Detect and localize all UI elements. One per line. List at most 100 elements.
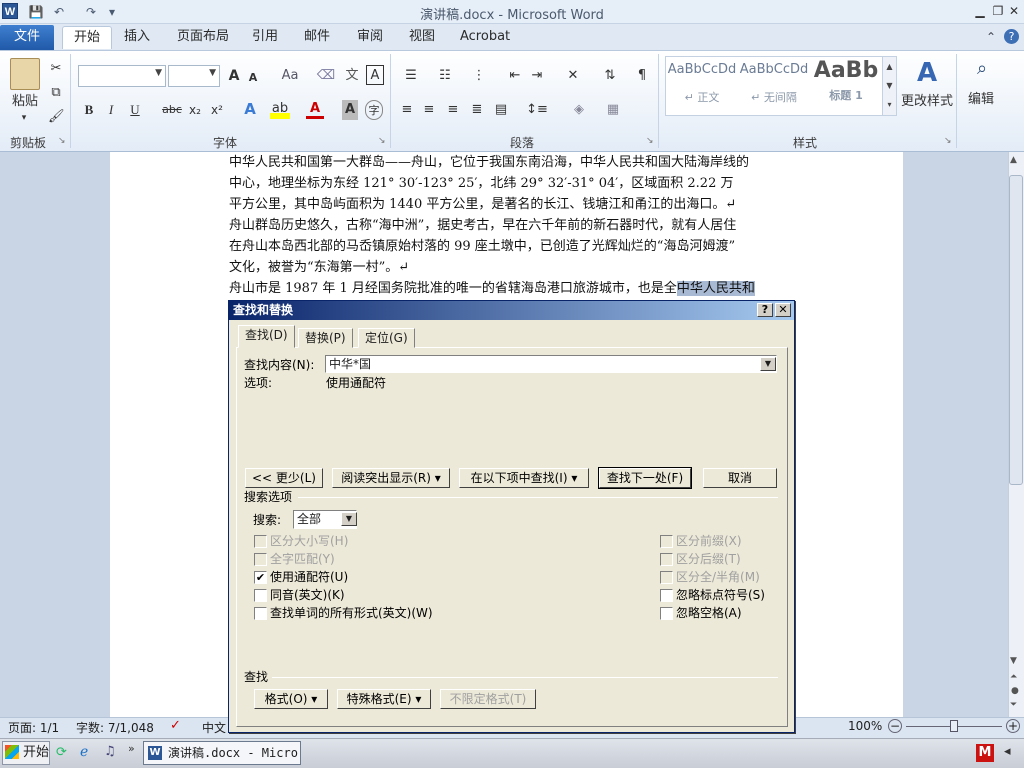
doc-line[interactable]: 平方公里，其中岛屿面积为 1440 平方公里，是著名的长江、钱塘江和甬江的出海口… bbox=[229, 195, 785, 215]
increase-indent-icon[interactable]: ⇥ bbox=[528, 66, 546, 86]
sort-icon[interactable]: ⇅ bbox=[600, 66, 620, 86]
line-spacing-icon[interactable]: ↕≡ bbox=[524, 100, 550, 120]
copy-icon[interactable]: ⧉ bbox=[48, 83, 64, 103]
asian-layout-icon[interactable]: ✕ bbox=[560, 66, 586, 86]
italic-button[interactable]: I bbox=[104, 100, 118, 120]
underline-button[interactable]: U bbox=[128, 100, 142, 120]
tab-references[interactable]: 引用 bbox=[241, 26, 289, 49]
subscript-button[interactable]: x₂ bbox=[186, 100, 204, 120]
quicklaunch-icon[interactable]: ⟳ bbox=[56, 745, 67, 760]
media-icon[interactable]: ♫ bbox=[104, 744, 116, 759]
word-count[interactable]: 字数: 7/1,048 bbox=[76, 719, 154, 736]
char-shading-icon[interactable]: A bbox=[342, 100, 358, 120]
dialog-close-icon[interactable]: ✕ bbox=[775, 303, 791, 317]
font-color-icon[interactable]: A bbox=[306, 99, 324, 119]
find-next-button[interactable]: 查找下一处(F) bbox=[598, 467, 692, 489]
styles-launcher-icon[interactable]: ↘ bbox=[944, 136, 952, 146]
match-case-checkbox[interactable] bbox=[254, 535, 267, 548]
proofing-icon[interactable]: ✓ bbox=[170, 718, 181, 733]
tab-mailings[interactable]: 邮件 bbox=[293, 26, 341, 49]
bullets-icon[interactable]: ☰ bbox=[398, 66, 424, 86]
tab-goto[interactable]: 定位(G) bbox=[358, 328, 415, 348]
doc-line[interactable]: 舟山群岛历史悠久，古称“海中洲”，据史考古，早在六千年前的新石器时代，就有人居住 bbox=[229, 216, 785, 236]
minimize-icon[interactable]: ▁ bbox=[972, 4, 988, 18]
bold-button[interactable]: B bbox=[82, 100, 96, 120]
strikethrough-button[interactable]: abc bbox=[160, 100, 184, 120]
text-effects-icon[interactable]: A bbox=[240, 99, 260, 119]
grow-font-button[interactable]: A bbox=[225, 66, 243, 86]
binoculars-icon[interactable]: ⌕ bbox=[968, 58, 996, 86]
doc-line[interactable]: 中心，地理坐标为东经 121° 30′-123° 25′，北纬 29° 32′-… bbox=[229, 174, 785, 194]
language-indicator[interactable]: 中文 bbox=[202, 719, 226, 736]
match-prefix-checkbox[interactable] bbox=[660, 535, 673, 548]
close-icon[interactable]: ✕ bbox=[1006, 4, 1022, 18]
font-size-combo[interactable]: ▼ bbox=[168, 65, 220, 87]
taskbar-word-item[interactable]: 演讲稿.docx - Micro... bbox=[143, 741, 301, 765]
restore-icon[interactable]: ❐ bbox=[990, 4, 1006, 18]
change-case-button[interactable]: Aa bbox=[278, 66, 302, 86]
align-right-icon[interactable]: ≡ bbox=[444, 100, 462, 120]
distributed-icon[interactable]: ▤ bbox=[492, 100, 510, 120]
cut-icon[interactable]: ✂ bbox=[48, 59, 64, 79]
tab-find[interactable]: 查找(D) bbox=[238, 325, 295, 348]
cancel-button[interactable]: 取消 bbox=[703, 468, 777, 488]
reading-highlight-button[interactable]: 阅读突出显示(R) ▾ bbox=[332, 468, 450, 488]
tab-view[interactable]: 视图 bbox=[398, 26, 446, 49]
tab-acrobat[interactable]: Acrobat bbox=[449, 26, 521, 49]
highlight-color-icon[interactable]: ab bbox=[270, 99, 290, 119]
wildcards-checkbox[interactable]: ✔ bbox=[254, 571, 267, 584]
justify-icon[interactable]: ≣ bbox=[468, 100, 486, 120]
ignore-space-checkbox[interactable] bbox=[660, 607, 673, 620]
help-icon[interactable]: ? bbox=[1004, 29, 1019, 44]
paragraph-launcher-icon[interactable]: ↘ bbox=[646, 136, 654, 146]
ie-icon[interactable]: ℯ bbox=[80, 744, 88, 760]
doc-line[interactable]: 在舟山本岛西北部的马岙镇原始村落的 99 座土墩中，已创造了光辉灿烂的“海岛河姆… bbox=[229, 237, 785, 257]
borders-icon[interactable]: ▦ bbox=[600, 100, 626, 120]
no-formatting-button[interactable]: 不限定格式(T) bbox=[440, 689, 536, 709]
shrink-font-button[interactable]: A bbox=[246, 68, 260, 88]
all-word-forms-checkbox[interactable] bbox=[254, 607, 267, 620]
scroll-thumb[interactable] bbox=[1009, 175, 1023, 485]
special-button[interactable]: 特殊格式(E) ▾ bbox=[337, 689, 431, 709]
align-center-icon[interactable]: ≡ bbox=[420, 100, 438, 120]
align-left-icon[interactable]: ≡ bbox=[398, 100, 416, 120]
sounds-like-checkbox[interactable] bbox=[254, 589, 267, 602]
styles-scroll-icon[interactable]: ▲ ▼ ▾ bbox=[882, 57, 896, 115]
editing-button[interactable]: 编辑 bbox=[962, 90, 1000, 110]
change-styles-icon[interactable]: A bbox=[912, 58, 942, 88]
zoom-out-icon[interactable]: − bbox=[888, 719, 902, 733]
find-what-input[interactable]: 中华*国 bbox=[325, 355, 777, 373]
match-width-checkbox[interactable] bbox=[660, 571, 673, 584]
tray-app-icon[interactable]: M bbox=[976, 744, 994, 762]
prev-page-icon[interactable]: ⏶ bbox=[1010, 672, 1017, 682]
scroll-down-icon[interactable]: ▼ bbox=[1010, 656, 1017, 666]
zoom-level[interactable]: 100% bbox=[848, 719, 882, 733]
clipboard-launcher-icon[interactable]: ↘ bbox=[58, 136, 66, 146]
chevron-down-icon[interactable]: ▼ bbox=[341, 512, 357, 526]
style-normal[interactable]: AaBbCcDd ↵ 正文 bbox=[667, 62, 737, 114]
style-no-spacing[interactable]: AaBbCcDd ↵ 无间隔 bbox=[739, 62, 809, 114]
font-name-combo[interactable]: ▼ bbox=[78, 65, 166, 87]
page-count[interactable]: 页面: 1/1 bbox=[8, 719, 59, 736]
zoom-slider-thumb[interactable] bbox=[950, 720, 958, 732]
scroll-up-icon[interactable]: ▲ bbox=[1010, 155, 1017, 165]
char-border-icon[interactable]: A bbox=[366, 65, 384, 85]
tab-page-layout[interactable]: 页面布局 bbox=[166, 26, 240, 49]
tab-insert[interactable]: 插入 bbox=[113, 26, 161, 49]
zoom-in-icon[interactable]: + bbox=[1006, 719, 1020, 733]
chevron-down-icon[interactable]: ▼ bbox=[760, 357, 776, 371]
numbering-icon[interactable]: ☷ bbox=[432, 66, 458, 86]
minimize-ribbon-icon[interactable]: ⌃ bbox=[986, 30, 996, 44]
doc-line[interactable]: 文化，被誉为“东海第一村”。↵ bbox=[229, 258, 785, 278]
multilevel-list-icon[interactable]: ⋮ bbox=[466, 66, 492, 86]
change-styles-button[interactable]: 更改样式 bbox=[900, 92, 954, 112]
format-button[interactable]: 格式(O) ▾ bbox=[254, 689, 328, 709]
paste-icon[interactable] bbox=[10, 58, 40, 90]
doc-line[interactable]: 舟山市是 1987 年 1 月经国务院批准的唯一的省辖海岛港口旅游城市，也是全中… bbox=[229, 279, 785, 299]
superscript-button[interactable]: x² bbox=[208, 100, 226, 120]
tab-review[interactable]: 审阅 bbox=[346, 26, 394, 49]
show-marks-icon[interactable]: ¶ bbox=[634, 66, 650, 86]
tab-replace[interactable]: 替换(P) bbox=[298, 328, 353, 348]
next-page-icon[interactable]: ⏷ bbox=[1010, 700, 1017, 710]
enclose-char-icon[interactable]: 字 bbox=[365, 100, 383, 120]
